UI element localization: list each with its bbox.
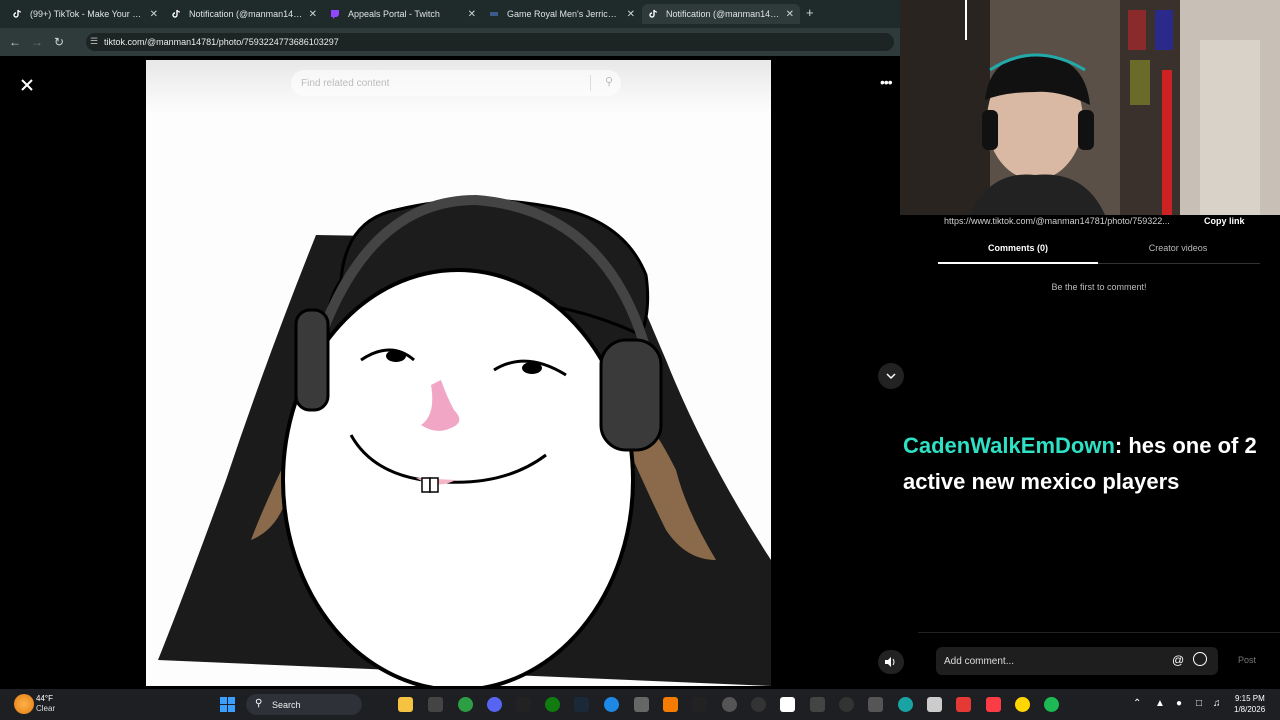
mention-icon[interactable]: @ <box>1172 653 1184 667</box>
app-icon[interactable] <box>663 697 678 712</box>
search-placeholder: Find related content <box>301 77 390 89</box>
close-icon <box>21 79 33 91</box>
address-bar-row: ← → ↻ ☰ tiktok.com/@manman14781/photo/75… <box>0 28 900 56</box>
tab-title: Notification (@manman14781) <box>189 9 303 19</box>
emoji-icon[interactable] <box>1193 652 1207 666</box>
tab-title: (99+) TikTok - Make Your Day <box>30 9 144 19</box>
microphone-icon[interactable]: ● <box>1176 698 1182 709</box>
windows-logo-icon <box>220 697 227 704</box>
webcam-feed <box>900 0 1280 215</box>
browser-tab[interactable]: Game Royal Men's Jerrick Reed ✕ <box>483 4 641 24</box>
divider <box>590 75 591 91</box>
site-icon <box>489 9 499 19</box>
browser-tab[interactable]: (99+) TikTok - Make Your Day ✕ <box>6 4 164 24</box>
discord-icon[interactable] <box>487 697 502 712</box>
display-icon[interactable]: □ <box>1196 698 1202 709</box>
share-link-row: https://www.tiktok.com/@manman14781/phot… <box>944 215 1280 227</box>
taskbar-search[interactable]: ⚲ Search <box>246 694 362 715</box>
clock-date[interactable]: 1/8/2026 <box>1234 705 1265 714</box>
photo-viewer: Find related content ⚲ ••• <box>0 56 904 689</box>
tab-comments[interactable]: Comments (0) <box>938 243 1098 253</box>
tab-title: Appeals Portal - Twitch <box>348 9 440 19</box>
steam-icon[interactable] <box>574 697 589 712</box>
close-tab-icon[interactable]: ✕ <box>468 9 476 20</box>
store-icon[interactable] <box>428 697 443 712</box>
spotify-icon[interactable] <box>1044 697 1059 712</box>
network-icon[interactable]: ▲ <box>1155 698 1165 709</box>
more-options-icon[interactable]: ••• <box>880 74 893 90</box>
taskbar: 44°F Clear ⚲ Search ⌃ ▲ ● □ ♫ 9:15 PM 1/… <box>0 689 1280 720</box>
comment-bar: Add comment... @ Post <box>918 632 1280 689</box>
xbox-icon[interactable] <box>545 697 560 712</box>
photo-image <box>146 60 771 686</box>
back-arrow-icon[interactable]: ← <box>4 35 26 49</box>
url-field[interactable]: ☰ tiktok.com/@manman14781/photo/75932247… <box>86 33 894 51</box>
tab-title: Game Royal Men's Jerrick Reed <box>507 9 621 19</box>
app-icon[interactable] <box>692 697 707 712</box>
tiktok-icon <box>12 9 22 19</box>
browser-icon[interactable] <box>604 697 619 712</box>
clock-time[interactable]: 9:15 PM <box>1235 694 1265 703</box>
app-icon[interactable] <box>634 697 649 712</box>
forward-arrow-icon[interactable]: → <box>26 35 48 49</box>
app-icon[interactable] <box>839 697 854 712</box>
settings-icon[interactable] <box>722 697 737 712</box>
app-icon[interactable] <box>956 697 971 712</box>
browser-tab-strip: (99+) TikTok - Make Your Day ✕ Notificat… <box>0 0 900 28</box>
chat-overlay: CadenWalkEmDown: hes one of 2 active new… <box>903 428 1275 500</box>
chevron-up-icon[interactable]: ⌃ <box>1133 698 1141 709</box>
comment-placeholder: Add comment... <box>944 655 1015 667</box>
copy-link-button[interactable]: Copy link <box>1204 216 1245 226</box>
webcam-image <box>900 0 1280 215</box>
close-tab-icon[interactable]: ✕ <box>786 9 794 20</box>
file-explorer-icon[interactable] <box>398 697 413 712</box>
tiktok-icon <box>648 9 658 19</box>
chat-username: CadenWalkEmDown <box>903 433 1115 458</box>
close-viewer-button[interactable] <box>16 74 38 96</box>
url-text: tiktok.com/@manman14781/photo/7593224773… <box>104 37 339 47</box>
close-tab-icon[interactable]: ✕ <box>150 9 158 20</box>
browser-tab[interactable]: Notification (@manman14781) ✕ <box>165 4 323 24</box>
weather-condition: Clear <box>36 704 56 713</box>
start-button[interactable] <box>220 697 236 713</box>
tab-title: Notification (@manman14781) <box>666 9 780 19</box>
weather-temperature: 44°F <box>36 694 53 703</box>
volume-icon[interactable]: ♫ <box>1213 698 1221 709</box>
app-icon[interactable] <box>898 697 913 712</box>
close-tab-icon[interactable]: ✕ <box>309 9 317 20</box>
cartoon-drawing <box>158 194 771 686</box>
music-icon[interactable] <box>986 697 1001 712</box>
empty-comments-message: Be the first to comment! <box>1051 282 1147 292</box>
app-icon[interactable] <box>868 697 883 712</box>
tiktok-icon <box>171 9 181 19</box>
speaker-icon <box>885 657 895 667</box>
app-icon[interactable] <box>516 697 531 712</box>
browser-tab-active[interactable]: Notification (@manman14781) ✕ <box>642 4 800 24</box>
app-icon[interactable] <box>751 697 766 712</box>
post-button[interactable]: Post <box>1238 655 1256 665</box>
find-related-search[interactable]: Find related content ⚲ <box>291 70 621 96</box>
reload-icon[interactable]: ↻ <box>48 35 70 49</box>
weather-icon[interactable] <box>14 694 34 714</box>
app-icon[interactable] <box>810 697 825 712</box>
search-icon: ⚲ <box>255 698 263 709</box>
app-icon[interactable] <box>1015 697 1030 712</box>
next-post-button[interactable] <box>878 363 904 389</box>
site-info-icon[interactable]: ☰ <box>90 36 98 47</box>
chrome-icon[interactable] <box>458 697 473 712</box>
app-icon[interactable] <box>780 697 795 712</box>
volume-button[interactable] <box>878 650 904 674</box>
taskbar-search-label: Search <box>272 699 301 710</box>
close-tab-icon[interactable]: ✕ <box>627 9 635 20</box>
search-icon[interactable]: ⚲ <box>605 75 613 88</box>
new-tab-button[interactable]: + <box>806 5 814 20</box>
share-link-text[interactable]: https://www.tiktok.com/@manman14781/phot… <box>944 216 1192 226</box>
active-tab-indicator <box>938 262 1098 264</box>
chevron-down-icon <box>886 373 896 380</box>
tab-creator-videos[interactable]: Creator videos <box>1098 243 1258 253</box>
browser-tab[interactable]: Appeals Portal - Twitch ✕ <box>324 4 482 24</box>
twitch-icon <box>330 9 340 19</box>
app-icon[interactable] <box>927 697 942 712</box>
